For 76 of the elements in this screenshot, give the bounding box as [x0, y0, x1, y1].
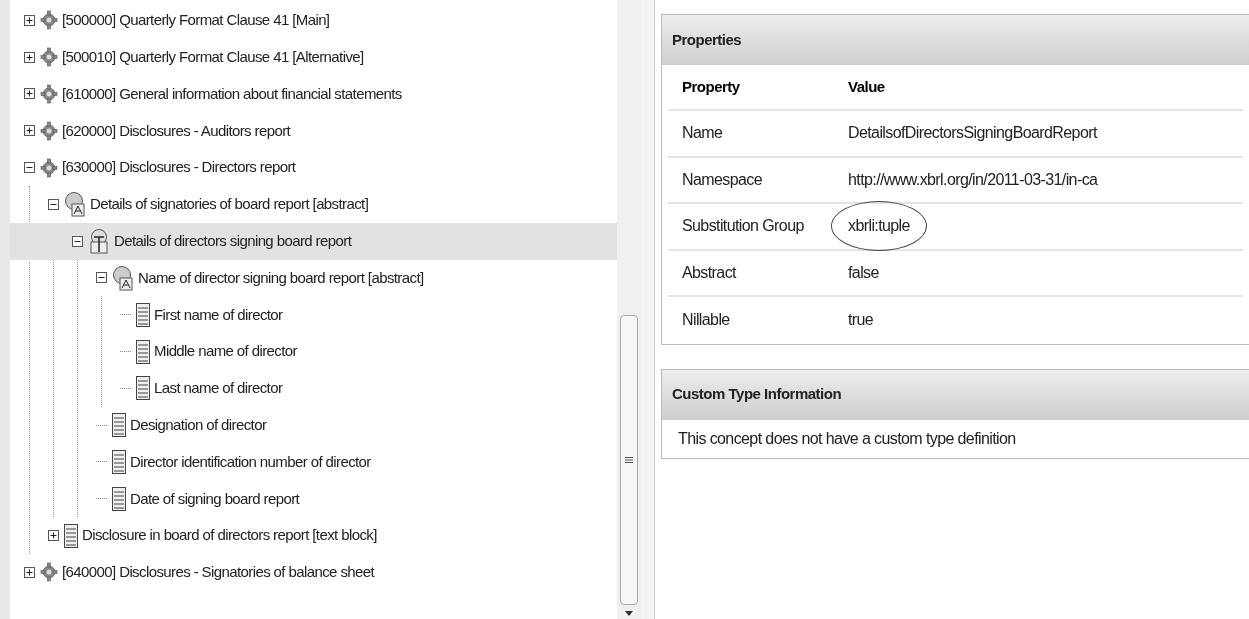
tuple-element-icon — [88, 228, 110, 255]
table-cell-text: Abstract — [681, 262, 738, 283]
list-item-icon — [112, 486, 126, 511]
tree-label: Middle name of director — [154, 341, 297, 362]
list-item-icon — [112, 413, 126, 438]
tree-label: Date of signing board report — [130, 488, 300, 509]
tree-row[interactable]: [640000] Disclosures - Signatories of balance sheet — [10, 553, 617, 591]
table-cell-text: http://www.xbrl.org/in/2011-03-31/in-ca — [848, 169, 1098, 190]
scroll-down-icon[interactable] — [625, 611, 633, 617]
collapse-icon[interactable] — [48, 198, 59, 210]
tree-row[interactable]: [630000] Disclosures - Directors report — [10, 149, 617, 186]
list-item-icon — [112, 449, 126, 474]
table-cell-text: false — [848, 262, 879, 283]
table-cell-text: Namespace — [681, 169, 763, 190]
grip-icon — [625, 456, 633, 464]
tree-row[interactable]: [500010] Quarterly Format Clause 41 [Alternative] — [10, 38, 617, 76]
scrollbar[interactable] — [617, 0, 641, 619]
tree-row[interactable]: Name of director signing board report [abstract] — [10, 259, 617, 297]
expand-icon[interactable] — [24, 51, 35, 63]
table-cell-text: DetailsofDirectorsSigningBoardReport — [848, 123, 1097, 144]
gear-icon — [40, 84, 58, 104]
table-cell-text: Substitution Group — [681, 216, 805, 237]
tree-label: [500010] Quarterly Format Clause 41 [Alternative] — [62, 46, 364, 67]
expand-icon[interactable] — [24, 566, 35, 578]
column-header: Value — [847, 76, 885, 97]
tree-row[interactable]: Disclosure in board of directors report [text block] — [10, 517, 617, 554]
tree-label: [620000] Disclosures - Auditors report — [62, 120, 291, 141]
info-text: This concept does not have a custom type definition — [678, 428, 1016, 449]
collapse-icon[interactable] — [72, 235, 83, 247]
list-item-icon — [136, 302, 150, 327]
tree-label: [610000] General information about financial statements — [62, 83, 402, 104]
abstract-element-icon — [112, 264, 134, 291]
tree-label: [640000] Disclosures - Signatories of balance sheet — [62, 562, 375, 583]
gear-icon — [40, 157, 58, 178]
collapse-icon[interactable] — [96, 272, 107, 284]
tree-row[interactable]: [620000] Disclosures - Auditors report — [10, 112, 617, 150]
list-item-icon — [136, 376, 150, 401]
tree-label: Designation of director — [130, 414, 267, 435]
table-cell-text: Nillable — [681, 310, 731, 331]
tree-label: Disclosure in board of directors report [text block] — [82, 525, 377, 546]
panel-title: Properties — [672, 29, 742, 50]
tree-label: Name of director signing board report [abstract] — [138, 267, 424, 288]
tree-row[interactable]: Details of signatories of board report [abstract] — [10, 186, 617, 223]
tree-row[interactable]: [610000] General information about financial statements — [10, 75, 617, 113]
tree-row[interactable]: Designation of director — [10, 406, 617, 444]
tree-row[interactable]: Details of directors signing board report — [10, 222, 617, 260]
tree-row[interactable]: [500000] Quarterly Format Clause 41 [Main] — [10, 2, 617, 39]
gear-icon — [40, 10, 58, 31]
expand-icon[interactable] — [24, 125, 35, 137]
tree-label: [500000] Quarterly Format Clause 41 [Main] — [62, 10, 330, 31]
abstract-element-icon — [64, 191, 86, 218]
collapse-icon[interactable] — [24, 162, 35, 174]
column-header: Property — [681, 76, 741, 97]
panel-title: Custom Type Information — [672, 384, 842, 405]
tree-label: [630000] Disclosures - Directors report — [62, 157, 296, 178]
tree-label: Last name of director — [154, 378, 283, 399]
tree-label: Details of directors signing board report — [114, 230, 352, 251]
tree-label: First name of director — [154, 304, 283, 325]
list-item-icon — [64, 523, 78, 548]
table-cell-text: true — [848, 310, 874, 331]
tree-row[interactable]: Director identification number of director — [10, 443, 617, 481]
gear-icon — [40, 47, 58, 68]
expand-icon[interactable] — [48, 530, 59, 542]
scrollbar-thumb[interactable] — [620, 315, 638, 605]
tree-row[interactable]: First name of director — [10, 296, 617, 334]
tree-label: Details of signatories of board report [abstract] — [90, 194, 369, 215]
expand-icon[interactable] — [24, 88, 35, 100]
list-item-icon — [136, 339, 150, 364]
tree-row[interactable]: Date of signing board report — [10, 480, 617, 518]
tree-label: Director identification number of director — [130, 451, 371, 472]
gear-icon — [40, 562, 58, 583]
table-cell-text: Name — [681, 123, 724, 144]
tree-row[interactable]: Middle name of director — [10, 333, 617, 370]
tree-row[interactable]: Last name of director — [10, 369, 617, 407]
expand-icon[interactable] — [24, 14, 35, 26]
gear-icon — [40, 120, 58, 141]
